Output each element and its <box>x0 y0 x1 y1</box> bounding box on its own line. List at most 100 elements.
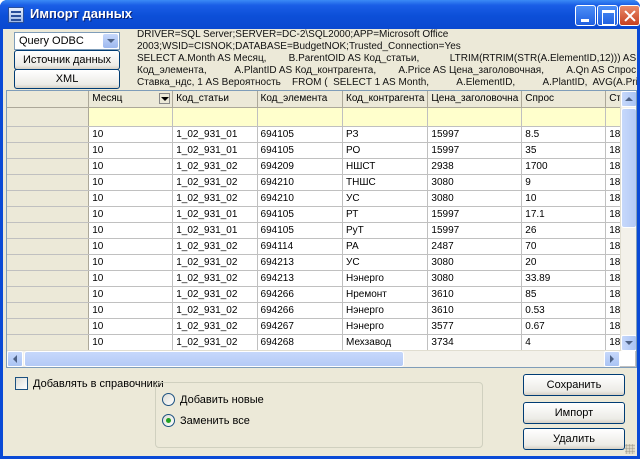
grid-cell[interactable]: 10 <box>521 190 607 207</box>
grid-cell[interactable]: 694267 <box>257 318 344 335</box>
grid-row-header[interactable] <box>7 318 90 335</box>
table-row[interactable]: 10 1_02_931_02 694210 УС 3080 10 18 <box>7 190 636 207</box>
filter-cell[interactable] <box>257 107 344 127</box>
grid-cell[interactable]: 694210 <box>257 190 344 207</box>
horizontal-scrollbar[interactable] <box>7 350 620 367</box>
grid-cell[interactable]: 694105 <box>257 126 344 143</box>
filter-cell[interactable] <box>521 107 607 127</box>
grid-cell[interactable]: 26 <box>521 222 607 239</box>
column-header[interactable]: Код_статьи <box>172 91 258 108</box>
grid-cell[interactable]: 694213 <box>257 270 344 287</box>
data-grid[interactable]: Месяц Код_статьи Код_элемента Код_контраген… <box>6 90 637 368</box>
grid-cell[interactable]: 694114 <box>257 238 344 255</box>
grid-cell[interactable]: 10 <box>88 158 174 175</box>
grid-row-header[interactable] <box>7 302 90 319</box>
table-row[interactable]: 10 1_02_931_02 694210 ТНШС 3080 9 18 <box>7 174 636 191</box>
grid-cell[interactable]: Нэнерго <box>342 270 429 287</box>
grid-cell[interactable]: 10 <box>88 174 174 191</box>
grid-cell[interactable]: 9 <box>521 174 607 191</box>
column-header[interactable]: Месяц <box>88 91 174 108</box>
grid-row-header[interactable] <box>7 174 90 191</box>
grid-cell[interactable]: РТ <box>342 206 429 223</box>
grid-cell[interactable]: 3080 <box>427 254 523 271</box>
column-header[interactable]: Спрос <box>521 91 607 108</box>
add-to-dictionaries-checkbox[interactable]: Добавлять в справочники <box>15 377 164 390</box>
grid-cell[interactable]: Нэнерго <box>342 302 429 319</box>
vertical-scroll-thumb[interactable] <box>621 108 636 228</box>
sql-query-text[interactable]: DRIVER=SQL Server;SERVER=DC-2\SQL2000;AP… <box>132 29 637 89</box>
grid-cell[interactable]: 1_02_931_01 <box>172 206 258 223</box>
table-row[interactable]: 10 1_02_931_01 694105 РТ 15997 17.1 18 <box>7 206 636 223</box>
grid-cell[interactable]: 15997 <box>427 222 523 239</box>
grid-cell[interactable]: 694266 <box>257 286 344 303</box>
grid-row-header[interactable] <box>7 238 90 255</box>
horizontal-scroll-thumb[interactable] <box>24 351 404 367</box>
grid-cell[interactable]: 1_02_931_01 <box>172 142 258 159</box>
grid-cell[interactable]: 85 <box>521 286 607 303</box>
grid-cell[interactable]: 10 <box>88 254 174 271</box>
grid-cell[interactable]: 17.1 <box>521 206 607 223</box>
filter-cell[interactable] <box>427 107 523 127</box>
grid-cell[interactable]: УС <box>342 190 429 207</box>
grid-cell[interactable]: 694210 <box>257 174 344 191</box>
grid-row-header[interactable] <box>7 286 90 303</box>
grid-cell[interactable]: 1_02_931_02 <box>172 286 258 303</box>
grid-cell[interactable]: 1_02_931_02 <box>172 254 258 271</box>
save-button[interactable]: Сохранить <box>523 374 625 396</box>
grid-row-header[interactable] <box>7 158 90 175</box>
grid-cell[interactable]: 3080 <box>427 174 523 191</box>
xml-button[interactable]: XML <box>14 69 120 89</box>
grid-cell[interactable]: 694105 <box>257 222 344 239</box>
grid-cell[interactable]: 2487 <box>427 238 523 255</box>
grid-cell[interactable]: 10 <box>88 334 174 351</box>
grid-cell[interactable]: 35 <box>521 142 607 159</box>
grid-cell[interactable]: 694213 <box>257 254 344 271</box>
table-row[interactable]: 10 1_02_931_02 694114 РА 2487 70 18 <box>7 238 636 255</box>
chevron-down-icon[interactable] <box>103 34 118 48</box>
grid-row-header[interactable] <box>7 270 90 287</box>
grid-cell[interactable]: 15997 <box>427 142 523 159</box>
grid-cell[interactable]: 10 <box>88 302 174 319</box>
title-bar[interactable]: Импорт данных <box>0 0 640 29</box>
filter-cell[interactable] <box>172 107 258 127</box>
grid-cell[interactable]: 10 <box>88 206 174 223</box>
grid-cell[interactable]: 10 <box>88 270 174 287</box>
grid-cell[interactable]: 10 <box>88 318 174 335</box>
grid-cell[interactable]: 3610 <box>427 286 523 303</box>
grid-cell[interactable]: 70 <box>521 238 607 255</box>
grid-cell[interactable]: 694266 <box>257 302 344 319</box>
grid-cell[interactable]: РЗ <box>342 126 429 143</box>
column-header[interactable]: Цена_заголовочна <box>427 91 523 108</box>
grid-cell[interactable]: 2938 <box>427 158 523 175</box>
grid-cell[interactable]: 10 <box>88 286 174 303</box>
grid-row-header[interactable] <box>7 254 90 271</box>
import-button[interactable]: Импорт <box>523 402 625 424</box>
grid-cell[interactable]: 10 <box>88 238 174 255</box>
grid-cell[interactable]: 3610 <box>427 302 523 319</box>
column-header[interactable]: Код_элемента <box>257 91 344 108</box>
grid-cell[interactable]: 1_02_931_02 <box>172 270 258 287</box>
table-row[interactable]: 10 1_02_931_02 694268 Мехзавод 3734 4 18 <box>7 334 636 351</box>
radio-add-new[interactable]: Добавить новые <box>162 393 264 406</box>
grid-cell[interactable]: 4 <box>521 334 607 351</box>
grid-row-header[interactable] <box>7 142 90 159</box>
grid-cell[interactable]: 10 <box>88 126 174 143</box>
grid-cell[interactable]: 3577 <box>427 318 523 335</box>
maximize-button[interactable] <box>597 5 618 26</box>
grid-cell[interactable]: Нремонт <box>342 286 429 303</box>
scroll-right-icon[interactable] <box>604 351 620 367</box>
data-source-button[interactable]: Источник данных <box>14 50 120 70</box>
table-row[interactable]: 10 1_02_931_02 694267 Нэнерго 3577 0.67 18 <box>7 318 636 335</box>
grid-cell[interactable]: 1_02_931_02 <box>172 302 258 319</box>
grid-cell[interactable]: 1_02_931_02 <box>172 318 258 335</box>
grid-cell[interactable]: 10 <box>88 142 174 159</box>
grid-cell[interactable]: 10 <box>88 190 174 207</box>
grid-row-header[interactable] <box>7 222 90 239</box>
table-row[interactable]: 10 1_02_931_01 694105 РуТ 15997 26 18 <box>7 222 636 239</box>
grid-cell[interactable]: УС <box>342 254 429 271</box>
radio-replace-all-dot[interactable] <box>162 414 175 427</box>
table-row[interactable]: 10 1_02_931_02 694266 Нремонт 3610 85 18 <box>7 286 636 303</box>
table-row[interactable]: 10 1_02_931_01 694105 РО 15997 35 18 <box>7 142 636 159</box>
grid-cell[interactable]: 694105 <box>257 206 344 223</box>
grid-cell[interactable]: РА <box>342 238 429 255</box>
